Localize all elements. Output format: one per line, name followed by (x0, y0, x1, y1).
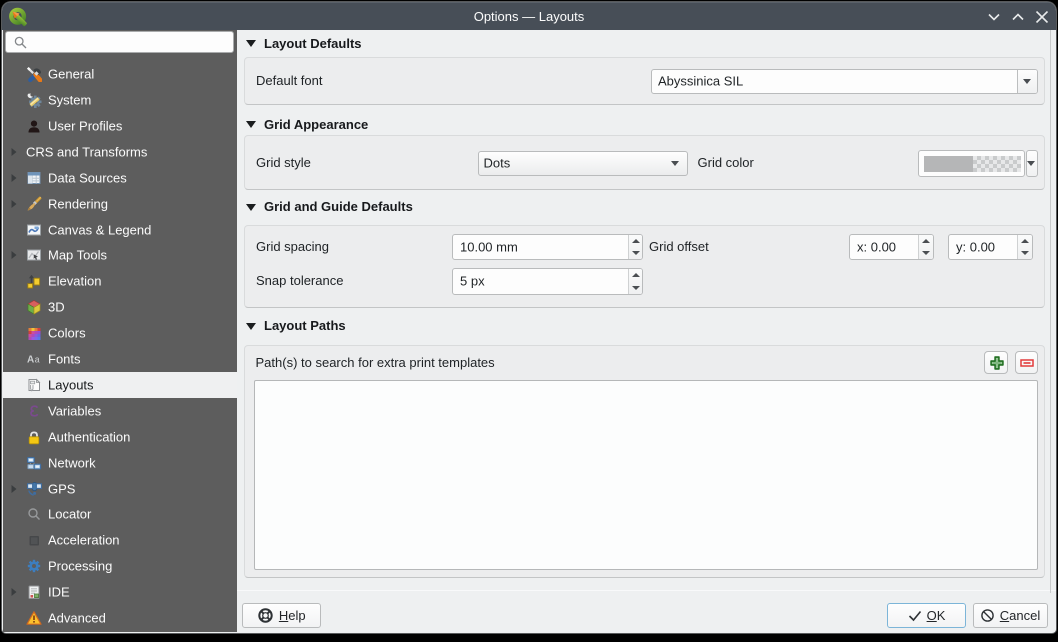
svg-text:a: a (35, 355, 40, 365)
svg-text:A: A (27, 355, 34, 366)
